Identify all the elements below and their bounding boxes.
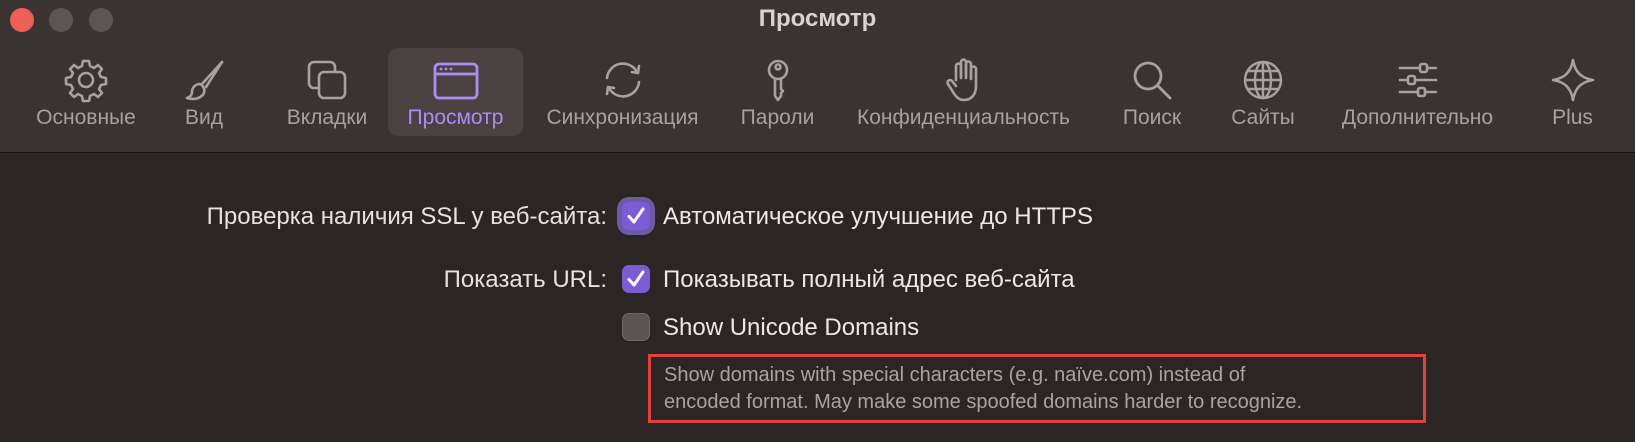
tab-label: Синхронизация: [546, 106, 699, 129]
show-url-label: Показать URL:: [443, 266, 607, 293]
description-line: Show domains with special characters (e.…: [664, 364, 1246, 386]
tab-appearance[interactable]: Вид: [164, 48, 244, 136]
browser-window-icon: [433, 62, 478, 100]
https-upgrade-label[interactable]: Автоматическое улучшение до HTTPS: [663, 203, 1093, 231]
full-address-checkbox[interactable]: [622, 265, 650, 293]
tab-label: Дополнительно: [1341, 106, 1494, 129]
browsing-settings-pane: Проверка наличия SSL у веб-сайта: Автома…: [0, 153, 1635, 442]
tab-label: Вид: [185, 106, 223, 129]
unicode-domains-checkbox[interactable]: [622, 313, 650, 341]
sparkle-icon: [1551, 58, 1594, 102]
description-line: encoded format. May make some spoofed do…: [664, 391, 1303, 413]
checkmark-icon: [627, 207, 645, 224]
tab-advanced[interactable]: Дополнительно: [1330, 48, 1505, 136]
unicode-domains-label[interactable]: Show Unicode Domains: [663, 314, 919, 342]
tab-sync[interactable]: Синхронизация: [535, 48, 710, 136]
paintbrush-icon: [185, 60, 224, 101]
tabs-icon: [307, 60, 347, 100]
tab-privacy[interactable]: Конфиденциальность: [846, 48, 1081, 136]
ssl-check-label: Проверка наличия SSL у веб-сайта:: [206, 203, 607, 230]
tab-label: Сайты: [1231, 106, 1295, 129]
unicode-domains-description: Show domains with special characters (e.…: [648, 354, 1426, 423]
tab-plus[interactable]: Plus: [1545, 48, 1600, 136]
tab-label: Пароли: [740, 106, 815, 129]
sync-icon: [605, 62, 640, 98]
gear-icon: [64, 59, 108, 103]
tab-label: Просмотр: [407, 106, 504, 129]
title-bar: Просмотр Основные Вид Вкладки Просмотр С…: [0, 0, 1635, 153]
tab-browsing[interactable]: Просмотр: [388, 48, 523, 136]
sliders-icon: [1398, 62, 1437, 98]
tab-label: Вкладки: [286, 106, 368, 129]
tab-general[interactable]: Основные: [26, 48, 146, 136]
tab-search[interactable]: Поиск: [1113, 48, 1191, 136]
window-title: Просмотр: [758, 5, 877, 32]
tab-passwords[interactable]: Пароли: [735, 48, 820, 136]
globe-icon: [1243, 60, 1283, 100]
https-upgrade-checkbox[interactable]: [622, 202, 650, 230]
tab-label: Поиск: [1122, 106, 1182, 129]
tab-label: Конфиденциальность: [856, 106, 1070, 129]
hand-icon: [945, 58, 977, 102]
full-address-label[interactable]: Показывать полный адрес веб-сайта: [663, 266, 1075, 294]
tab-label: Основные: [36, 106, 136, 129]
tab-label: Plus: [1552, 106, 1593, 129]
key-icon: [767, 59, 788, 102]
search-icon: [1133, 61, 1172, 100]
checkmark-icon: [627, 270, 645, 287]
tab-websites[interactable]: Сайты: [1222, 48, 1304, 136]
tab-tabs[interactable]: Вкладки: [271, 48, 383, 136]
